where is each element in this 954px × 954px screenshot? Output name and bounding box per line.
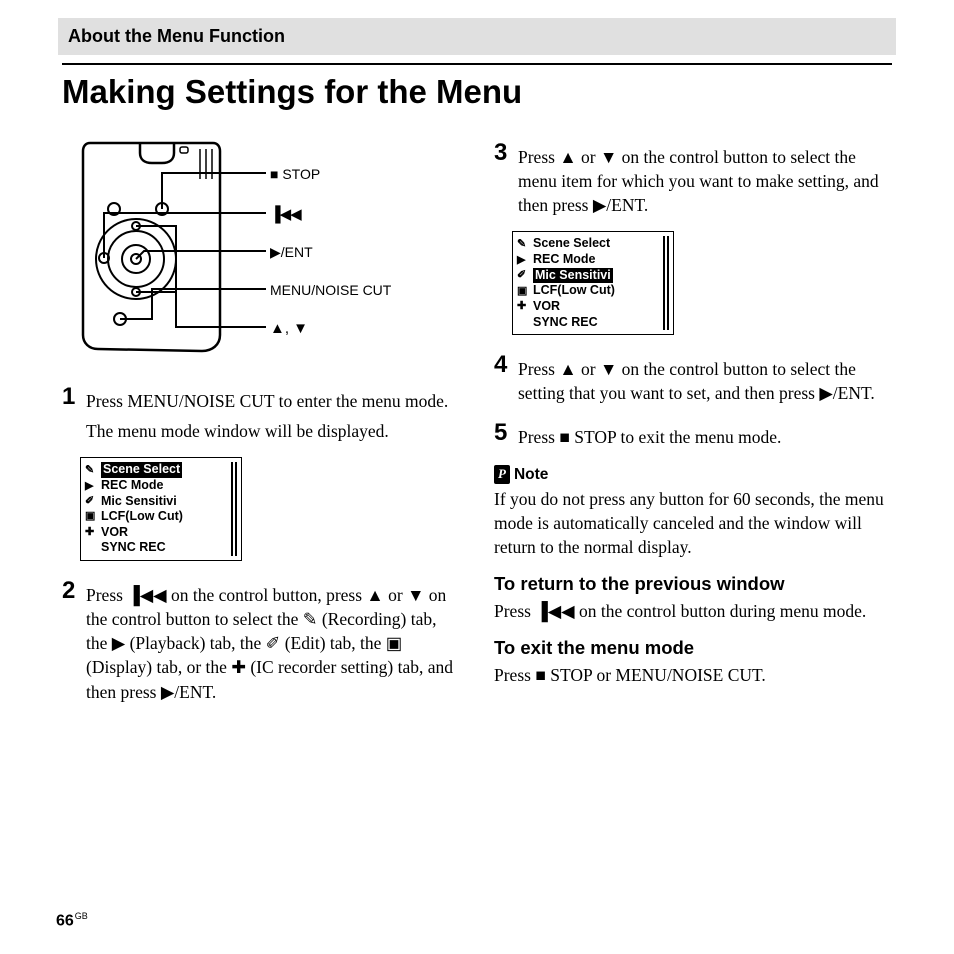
note-text: If you do not press any button for 60 se… (494, 487, 892, 559)
menu-item: LCF(Low Cut) (533, 283, 660, 299)
tab-icon: ✐ (85, 494, 101, 509)
prev-icon: ▐◀◀ (127, 585, 166, 605)
step-1-text-2: The menu mode window will be displayed. (86, 419, 460, 443)
tab-icon: ✚ (85, 525, 101, 540)
step-1: 1 Press MENU/NOISE CUT to enter the menu… (62, 383, 460, 443)
menu-item: Mic Sensitivi (101, 494, 228, 510)
menu-item: VOR (101, 525, 228, 541)
label-menu: MENU/NOISE CUT (270, 281, 391, 300)
page-number: 66GB (56, 911, 88, 930)
menu-item: SYNC REC (533, 315, 660, 331)
heading-exit-menu: To exit the menu mode (494, 635, 892, 661)
step-number: 3 (494, 139, 512, 165)
step-number: 4 (494, 351, 512, 377)
menu-item: VOR (533, 299, 660, 315)
label-updown: ▲, ▼ (270, 319, 308, 340)
label-ent: ▶/ENT (270, 243, 313, 262)
menu-item: REC Mode (533, 252, 660, 268)
tab-icon: ▣ (517, 284, 533, 299)
heading-return-previous: To return to the previous window (494, 571, 892, 597)
menu-screen-2: ✎ ▶ ✐ ▣ ✚ Scene Select REC Mode Mic Sens… (512, 231, 674, 335)
step-1-text-1: Press MENU/NOISE CUT to enter the menu m… (86, 389, 460, 413)
tab-icon: ✎ (517, 237, 533, 252)
step-number: 1 (62, 383, 80, 409)
note-icon: P (494, 465, 510, 484)
tab-icon: ▣ (85, 509, 101, 524)
menu-screen-1: ✎ ▶ ✐ ▣ ✚ Scene Select REC Mode Mic Sens… (80, 457, 242, 561)
ic-settings-icon: ✚ (231, 657, 246, 677)
menu-item: SYNC REC (101, 540, 228, 556)
return-previous-text: Press ▐◀◀ on the control button during m… (494, 599, 892, 623)
playback-icon: ▶ (112, 633, 125, 653)
step-5-text: Press ■ STOP to exit the menu mode. (518, 419, 892, 449)
label-stop: ■ STOP (270, 165, 320, 184)
label-prev: ▐◀◀ (270, 205, 301, 226)
menu-item: LCF(Low Cut) (101, 509, 228, 525)
section-header: About the Menu Function (58, 18, 896, 55)
menu-item: Mic Sensitivi (533, 268, 613, 284)
tab-icon: ✎ (85, 463, 101, 478)
tab-icon: ▶ (85, 479, 101, 494)
step-number: 5 (494, 419, 512, 445)
step-number: 2 (62, 577, 80, 603)
page-title: Making Settings for the Menu (62, 63, 892, 111)
tab-icon: ▶ (517, 253, 533, 268)
tab-icon: ✐ (517, 268, 533, 283)
tab-icon: ✚ (517, 299, 533, 314)
step-3: 3 Press ▲ or ▼ on the control button to … (494, 139, 892, 217)
step-4-text: Press ▲ or ▼ on the control button to se… (518, 351, 892, 405)
menu-item: Scene Select (533, 236, 660, 252)
note-heading: PNote (494, 464, 892, 485)
step-2-text: Press ▐◀◀ on the control button, press ▲… (86, 577, 460, 704)
display-icon: ▣ (386, 633, 403, 653)
step-4: 4 Press ▲ or ▼ on the control button to … (494, 351, 892, 405)
step-3-text: Press ▲ or ▼ on the control button to se… (518, 139, 892, 217)
edit-icon: ✐ (266, 633, 281, 653)
step-2: 2 Press ▐◀◀ on the control button, press… (62, 577, 460, 704)
menu-item: Scene Select (101, 462, 182, 478)
device-diagram: ■ STOP ▐◀◀ ▶/ENT MENU/NOISE CUT ▲, ▼ (80, 139, 420, 361)
menu-item: REC Mode (101, 478, 228, 494)
step-5: 5 Press ■ STOP to exit the menu mode. (494, 419, 892, 449)
recording-icon: ✎ (303, 609, 318, 629)
prev-icon: ▐◀◀ (535, 601, 574, 621)
exit-menu-text: Press ■ STOP or MENU/NOISE CUT. (494, 663, 892, 687)
